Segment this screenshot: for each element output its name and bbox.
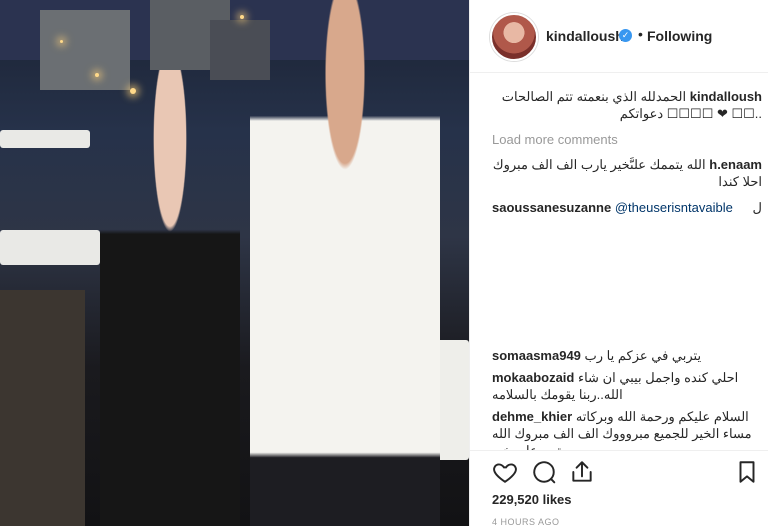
comment-text: يتربي في عزكم يا رب: [584, 348, 702, 363]
comment-username[interactable]: somaasma949: [492, 348, 581, 363]
comment-item: somaasma949 يتربي في عزكم يا رب: [492, 347, 762, 364]
avatar[interactable]: [490, 13, 538, 61]
post-sidebar: kindalloush ✓ • Following kindalloush ال…: [469, 0, 768, 527]
caption-username[interactable]: kindalloush: [690, 89, 762, 104]
comment-mention-link[interactable]: @theuserisntavaible: [615, 200, 733, 215]
username-link[interactable]: kindalloush: [546, 28, 624, 44]
comment-bubble-icon[interactable]: [531, 459, 557, 485]
likes-count[interactable]: 229,520 likes: [492, 492, 572, 507]
like-heart-icon[interactable]: [492, 459, 518, 485]
load-more-comments-link[interactable]: Load more comments: [492, 132, 618, 147]
comment-item: mokaabozaid احلي كنده واجمل بيبي ان شاء …: [492, 369, 762, 403]
post-header: kindalloush ✓ • Following: [470, 0, 768, 73]
separator-dot: •: [638, 26, 643, 42]
comment-item: dehme_khier السلام عليكم ورحمة الله وبرك…: [492, 408, 762, 450]
comment-item: saoussanesuzanne @theuserisntavaible ل: [492, 199, 762, 216]
comment-username[interactable]: dehme_khier: [492, 409, 572, 424]
comments-list: kindalloush الحمدلله الذي بنعمته تتم الص…: [470, 72, 768, 450]
instagram-post: kindalloush ✓ • Following kindalloush ال…: [0, 0, 768, 527]
comment-username[interactable]: saoussanesuzanne: [492, 200, 611, 215]
post-photo[interactable]: [0, 0, 469, 526]
caption: kindalloush الحمدلله الذي بنعمته تتم الص…: [492, 88, 762, 122]
comment-username[interactable]: h.enaam: [709, 157, 762, 172]
comment-username[interactable]: mokaabozaid: [492, 370, 574, 385]
share-icon[interactable]: [569, 459, 595, 485]
verified-badge-icon: ✓: [619, 29, 632, 42]
comment-item: h.enaam الله يتممك علىَّخير يارب الف الف…: [492, 156, 762, 190]
following-button[interactable]: Following: [647, 28, 712, 44]
bookmark-icon[interactable]: [734, 459, 760, 485]
comment-text: ل: [752, 200, 762, 215]
post-actions: 229,520 likes 4 HOURS AGO: [470, 450, 768, 527]
